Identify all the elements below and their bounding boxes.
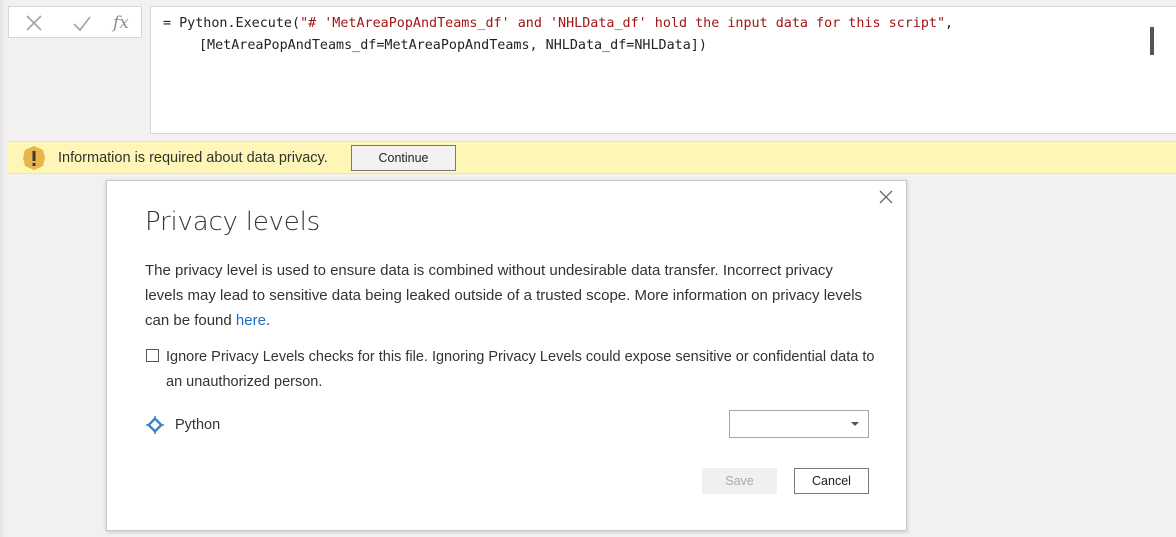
privacy-level-dropdown[interactable] [729, 410, 869, 438]
formula-editor[interactable]: = Python.Execute("# 'MetAreaPopAndTeams_… [150, 6, 1176, 134]
formula-prefix: = Python.Execute( [163, 16, 301, 31]
dialog-title: Privacy levels [145, 207, 320, 237]
commit-formula-icon[interactable] [72, 13, 92, 33]
source-name-label: Python [175, 417, 221, 433]
formula-suffix: , [945, 16, 954, 31]
formula-line-2: [MetAreaPopAndTeams_df=MetAreaPopAndTeam… [199, 38, 707, 53]
close-icon[interactable] [878, 189, 894, 205]
formula-scrollbar[interactable] [1150, 27, 1154, 55]
save-button[interactable]: Save [702, 468, 777, 494]
warning-icon [21, 145, 47, 171]
formula-line-1: = Python.Execute("# 'MetAreaPopAndTeams_… [163, 16, 953, 31]
dialog-description: The privacy level is used to ensure data… [145, 258, 875, 333]
chevron-down-icon[interactable] [851, 422, 859, 426]
ignore-privacy-checkbox[interactable] [146, 349, 159, 362]
formula-string: "# 'MetAreaPopAndTeams_df' and 'NHLData_… [300, 16, 946, 31]
info-message: Information is required about data priva… [58, 150, 328, 166]
privacy-info-link[interactable]: here [236, 312, 266, 329]
fx-icon[interactable]: fx [113, 13, 133, 33]
description-end: . [265, 312, 271, 329]
cancel-formula-icon[interactable] [24, 13, 44, 33]
continue-button[interactable]: Continue [351, 145, 456, 171]
data-source-icon [145, 415, 165, 435]
privacy-levels-dialog: Privacy levels The privacy level is used… [106, 180, 907, 531]
formula-controls: fx [8, 6, 142, 38]
ignore-privacy-label[interactable]: Ignore Privacy Levels checks for this fi… [166, 345, 881, 395]
cancel-button[interactable]: Cancel [794, 468, 869, 494]
privacy-info-bar: Information is required about data priva… [8, 141, 1176, 174]
left-gutter [0, 0, 3, 537]
